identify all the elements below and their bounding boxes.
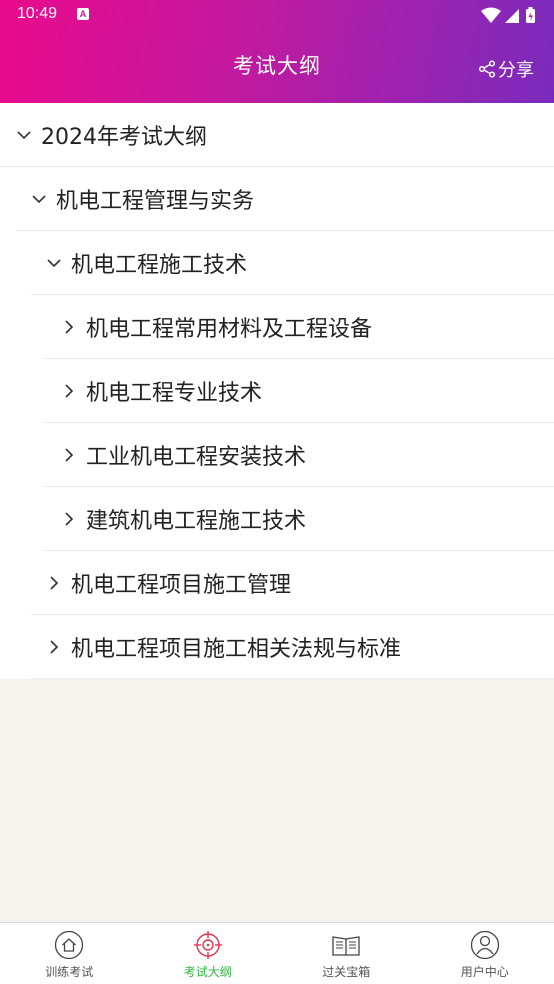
tab-label: 考试大纲 <box>183 965 232 979</box>
tree-row[interactable]: 建筑机电工程施工技术 <box>0 487 554 551</box>
tree-row[interactable]: 工业机电工程安装技术 <box>0 423 554 487</box>
wifi-icon <box>481 7 501 23</box>
tab-label: 训练考试 <box>45 965 94 979</box>
tree-row-label: 机电工程项目施工管理 <box>71 573 292 598</box>
home-icon <box>54 930 84 960</box>
status-bar: 10:49 A <box>0 0 554 30</box>
tree-row-label: 机电工程施工技术 <box>71 253 248 278</box>
tab-user[interactable]: 用户中心 <box>416 923 554 984</box>
share-label: 分享 <box>498 60 534 81</box>
tree-row[interactable]: 机电工程专业技术 <box>0 359 554 423</box>
chevron-right-icon <box>65 320 74 334</box>
tree-row-label: 2024年考试大纲 <box>41 125 207 150</box>
tab-label: 用户中心 <box>460 965 509 979</box>
tab-label: 过关宝箱 <box>322 965 371 979</box>
user-icon <box>470 930 500 960</box>
target-icon <box>193 930 223 960</box>
tree-row-label: 机电工程常用材料及工程设备 <box>86 317 373 342</box>
chevron-right-icon <box>65 448 74 462</box>
tab-home[interactable]: 训练考试 <box>0 923 139 984</box>
chevron-right-icon <box>65 512 74 526</box>
status-icons <box>480 6 538 24</box>
chevron-right-icon <box>50 640 59 654</box>
chevron-down-icon <box>47 259 61 268</box>
tree-row[interactable]: 机电工程项目施工管理 <box>0 551 554 615</box>
chevron-right-icon <box>50 576 59 590</box>
battery-icon <box>526 7 535 23</box>
tree-row[interactable]: 机电工程管理与实务 <box>0 167 554 231</box>
tab-target[interactable]: 考试大纲 <box>139 923 278 984</box>
row-divider <box>31 678 554 679</box>
tree-row[interactable]: 2024年考试大纲 <box>0 103 554 167</box>
tree-row-label: 工业机电工程安装技术 <box>86 445 307 470</box>
chevron-down-icon <box>32 195 46 204</box>
tree-row-label: 机电工程项目施工相关法规与标准 <box>71 637 402 662</box>
bottom-tab-bar: 训练考试 考试大纲 过关宝箱 用户中心 <box>0 922 554 984</box>
page-title: 考试大纲 <box>233 54 321 78</box>
syllabus-tree: 2024年考试大纲 机电工程管理与实务 机电工程施工技术 机电工程常用材料及工程设备机… <box>0 103 554 679</box>
tab-book[interactable]: 过关宝箱 <box>277 923 416 984</box>
chevron-down-icon <box>17 131 31 140</box>
book-icon <box>331 930 361 960</box>
signal-icon <box>505 9 519 23</box>
share-button[interactable]: 分享 <box>478 56 534 82</box>
tree-row[interactable]: 机电工程常用材料及工程设备 <box>0 295 554 359</box>
app-header: 10:49 A 考试大纲 分享 <box>0 0 554 103</box>
tree-row[interactable]: 机电工程项目施工相关法规与标准 <box>0 615 554 679</box>
tree-row-label: 机电工程专业技术 <box>86 381 263 406</box>
status-time: 10:49 <box>17 5 58 22</box>
chevron-right-icon <box>65 384 74 398</box>
notification-icon: A <box>77 8 89 20</box>
tree-row-label: 机电工程管理与实务 <box>56 189 255 214</box>
tree-row[interactable]: 机电工程施工技术 <box>0 231 554 295</box>
tree-row-label: 建筑机电工程施工技术 <box>86 509 307 534</box>
share-icon <box>478 60 496 78</box>
